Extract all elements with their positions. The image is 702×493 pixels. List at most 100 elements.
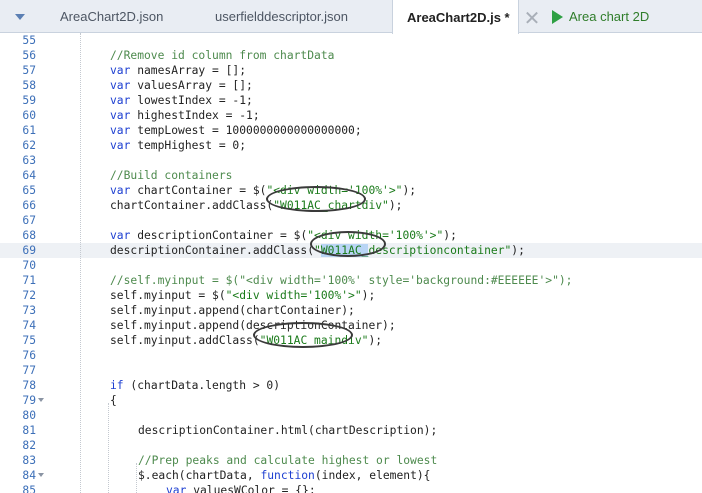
code-token: tempHighest = 0; bbox=[130, 139, 247, 152]
line-number: 57 bbox=[22, 64, 36, 77]
code-line[interactable]: 55 bbox=[0, 33, 702, 48]
line-number: 76 bbox=[22, 349, 36, 362]
line-number: 83 bbox=[22, 454, 36, 467]
line-number: 78 bbox=[22, 379, 36, 392]
line-number: 72 bbox=[22, 289, 36, 302]
code-token: descriptioncontainer" bbox=[368, 244, 512, 257]
code-token: self.myinput.addClass( bbox=[110, 334, 260, 347]
fold-toggle-icon[interactable] bbox=[38, 398, 44, 402]
code-token: descriptionContainer = $( bbox=[130, 229, 308, 242]
line-number: 74 bbox=[22, 319, 36, 332]
code-token: var bbox=[110, 184, 131, 197]
code-line[interactable]: 80 bbox=[0, 408, 702, 423]
code-text: self.myinput.addClass("W011AC_maindiv"); bbox=[110, 333, 382, 348]
code-line[interactable]: 74 self.myinput.append(descriptionContain… bbox=[0, 318, 702, 333]
code-text: //Remove id column from chartData bbox=[110, 48, 334, 63]
code-token: var bbox=[110, 139, 131, 152]
code-line[interactable]: 73 self.myinput.append(chartContainer); bbox=[0, 303, 702, 318]
tab-areachart2d-json[interactable]: AreaChart2D.json bbox=[60, 0, 163, 33]
code-line[interactable]: 84 $.each(chartData, function(index, elem… bbox=[0, 468, 702, 483]
code-line[interactable]: 78 if (chartData.length > 0) bbox=[0, 378, 702, 393]
tab-list-dropdown[interactable] bbox=[0, 0, 40, 33]
preview-button[interactable]: Area chart 2D bbox=[552, 0, 649, 33]
code-line[interactable]: 61 var tempLowest = 1000000000000000000; bbox=[0, 123, 702, 138]
indent-guide bbox=[80, 33, 81, 493]
code-line[interactable]: 56 //Remove id column from chartData bbox=[0, 48, 702, 63]
code-token: " bbox=[314, 244, 321, 257]
code-line[interactable]: 66 chartContainer.addClass("W011AC_chartd… bbox=[0, 198, 702, 213]
code-line[interactable]: 81 descriptionContainer.html(chartDescrip… bbox=[0, 423, 702, 438]
code-text: var tempHighest = 0; bbox=[110, 138, 246, 153]
preview-label: Area chart 2D bbox=[569, 9, 650, 24]
line-number: 64 bbox=[22, 169, 36, 182]
line-number: 61 bbox=[22, 124, 36, 137]
code-token: valuesArray = []; bbox=[130, 79, 253, 92]
code-token: { bbox=[110, 394, 117, 407]
line-number: 66 bbox=[22, 199, 36, 212]
line-number: 63 bbox=[22, 154, 36, 167]
code-line[interactable]: 83 //Prep peaks and calculate highest or … bbox=[0, 453, 702, 468]
code-token: var bbox=[110, 109, 131, 122]
code-line[interactable]: 68 var descriptionContainer = $("<div wid… bbox=[0, 228, 702, 243]
code-token: "W011AC_chartdiv" bbox=[273, 199, 389, 212]
code-line[interactable]: 59 var lowestIndex = -1; bbox=[0, 93, 702, 108]
code-line[interactable]: 70 bbox=[0, 258, 702, 273]
code-text: var lowestIndex = -1; bbox=[110, 93, 253, 108]
line-number: 68 bbox=[22, 229, 36, 242]
code-token: chartContainer.addClass( bbox=[110, 199, 274, 212]
tab-label: userfielddescriptor.json bbox=[215, 9, 348, 24]
code-line[interactable]: 67 bbox=[0, 213, 702, 228]
tab-bar: AreaChart2D.json userfielddescriptor.jso… bbox=[0, 0, 702, 34]
code-line[interactable]: 57 var namesArray = []; bbox=[0, 63, 702, 78]
code-token: ); bbox=[361, 289, 376, 302]
code-line[interactable]: 71 //self.myinput = $("<div width='100%' … bbox=[0, 273, 702, 288]
line-number: 75 bbox=[22, 334, 36, 347]
line-number: 82 bbox=[22, 439, 36, 452]
fold-toggle-icon[interactable] bbox=[38, 473, 44, 477]
code-text: self.myinput.append(descriptionContainer… bbox=[110, 318, 396, 333]
line-number: 80 bbox=[22, 409, 36, 422]
code-line[interactable]: 69 descriptionContainer.addClass("W011AC_… bbox=[0, 243, 702, 258]
code-token: "<div width='100%'>" bbox=[307, 229, 444, 242]
code-line[interactable]: 65 var chartContainer = $("<div width='10… bbox=[0, 183, 702, 198]
code-text: descriptionContainer.addClass("W011AC_de… bbox=[110, 243, 525, 258]
code-line[interactable]: 62 var tempHighest = 0; bbox=[0, 138, 702, 153]
line-number: 69 bbox=[22, 244, 36, 257]
code-text: var valuesArray = []; bbox=[110, 78, 253, 93]
code-token: ); bbox=[511, 244, 525, 257]
code-line[interactable]: 79 { bbox=[0, 393, 702, 408]
code-line[interactable]: 82 bbox=[0, 438, 702, 453]
close-tab-button[interactable]: ✕ bbox=[519, 6, 545, 30]
code-token: ); bbox=[368, 334, 383, 347]
code-text: self.myinput.append(chartContainer); bbox=[110, 303, 355, 318]
code-line[interactable]: 58 var valuesArray = []; bbox=[0, 78, 702, 93]
line-number: 60 bbox=[22, 109, 36, 122]
code-line[interactable]: 85 var valuesWColor = {}; bbox=[0, 483, 702, 493]
code-line[interactable]: 60 var highestIndex = -1; bbox=[0, 108, 702, 123]
code-token: ); bbox=[443, 229, 457, 242]
code-line[interactable]: 64 //Build containers bbox=[0, 168, 702, 183]
code-line[interactable]: 76 bbox=[0, 348, 702, 363]
code-token: W011AC_ bbox=[320, 244, 369, 257]
line-number: 65 bbox=[22, 184, 36, 197]
code-editor[interactable]: 55 56 //Remove id column from chartData 57 v… bbox=[0, 33, 702, 493]
code-text: var valuesWColor = {}; bbox=[166, 483, 316, 493]
code-line[interactable]: 77 bbox=[0, 363, 702, 378]
line-number: 55 bbox=[22, 34, 36, 47]
code-text: if (chartData.length > 0) bbox=[110, 378, 280, 393]
line-number: 71 bbox=[22, 274, 36, 287]
code-line[interactable]: 63 bbox=[0, 153, 702, 168]
code-token: (chartData.length > 0) bbox=[123, 379, 281, 392]
code-line[interactable]: 75 self.myinput.addClass("W011AC_maindiv"… bbox=[0, 333, 702, 348]
play-icon bbox=[552, 9, 563, 24]
code-token: highestIndex = -1; bbox=[130, 109, 260, 122]
code-token: self.myinput.append(descriptionContainer… bbox=[110, 319, 396, 332]
code-text: //Prep peaks and calculate highest or lo… bbox=[138, 453, 437, 468]
tab-areachart2d-js[interactable]: AreaChart2D.js * bbox=[392, 0, 519, 34]
chevron-down-icon bbox=[15, 13, 25, 20]
tab-userfielddescriptor-json[interactable]: userfielddescriptor.json bbox=[215, 0, 348, 33]
code-token: var bbox=[110, 229, 131, 242]
code-line[interactable]: 72 self.myinput = $("<div width='100%'>")… bbox=[0, 288, 702, 303]
code-token: descriptionContainer.addClass( bbox=[110, 244, 315, 257]
code-text: { bbox=[110, 393, 117, 408]
